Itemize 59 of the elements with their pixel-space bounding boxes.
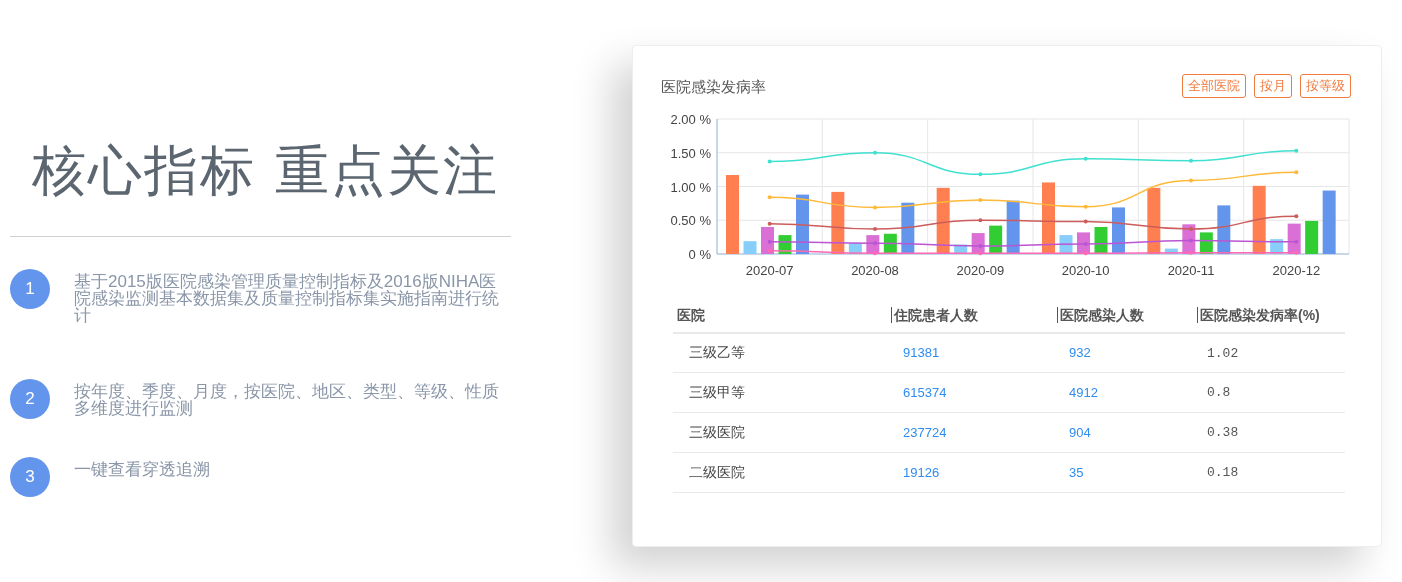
step-number: 2 <box>10 379 50 419</box>
bar <box>1252 185 1266 254</box>
bar <box>761 226 774 254</box>
table-cell-text: 1.02 <box>1206 345 1239 361</box>
table-cell-text: 615374 <box>902 384 947 400</box>
axis-label: 1.50 % <box>670 145 711 161</box>
filter-button[interactable]: 按月 <box>1254 74 1292 99</box>
table-cell-text: 35 <box>1068 464 1084 480</box>
axis-label: 2.00 % <box>670 111 711 127</box>
table-cell-text: 0.8 <box>1206 385 1231 401</box>
axis-label: 2020-10 <box>1061 262 1110 278</box>
bar <box>954 244 968 254</box>
table-cell-text: 三级甲等 <box>688 384 745 400</box>
card-title: 医院感染发病率 <box>661 77 766 97</box>
feature-text: 一键查看穿透追溯 <box>74 459 211 478</box>
bar <box>989 225 1003 254</box>
column-header: 医院 <box>676 306 705 323</box>
table-cell-text: 0.38 <box>1206 425 1239 441</box>
step-number: 3 <box>10 457 50 497</box>
bar <box>1199 231 1213 254</box>
bar <box>1006 200 1020 254</box>
column-header: 医院感染发病率(%) <box>1197 306 1320 323</box>
feature-text: 按年度、季度、月度，按医院、地区、类型、等级、性质多维度进行监测 <box>74 381 499 417</box>
bar <box>1322 190 1336 254</box>
bar <box>1164 248 1178 254</box>
table-cell-text: 19126 <box>902 464 940 480</box>
feature-text: 基于2015版医院感染管理质量控制指标及2016版NIHA医院感染监测基本数据集及质量控制指标集实施指南进行统计 <box>74 271 499 324</box>
table-cell-text: 二级医院 <box>688 464 745 480</box>
bar <box>1287 223 1301 254</box>
column-header: 医院感染人数 <box>1057 306 1144 323</box>
column-header: 住院患者人数 <box>891 306 978 323</box>
bar <box>1094 226 1108 254</box>
bar <box>1305 220 1319 254</box>
table-cell-text: 三级乙等 <box>688 344 745 361</box>
bar <box>831 191 845 254</box>
filter-button[interactable]: 按等级 <box>1300 74 1351 99</box>
axis-label: 2020-07 <box>745 262 794 278</box>
table-cell-text: 932 <box>1068 345 1091 360</box>
bar <box>901 202 915 254</box>
bar <box>936 187 950 254</box>
axis-label: 2020-11 <box>1167 262 1215 278</box>
table-cell-text: 0.18 <box>1206 465 1239 481</box>
axis-label: 2020-12 <box>1272 262 1321 278</box>
table-cell-text: 4912 <box>1068 384 1098 400</box>
table-cell-text: 三级医院 <box>688 424 745 440</box>
bar <box>848 242 862 254</box>
table-cell-text: 91381 <box>902 345 940 360</box>
axis-label: 1.00 % <box>670 179 711 194</box>
step-number: 1 <box>10 269 50 309</box>
axis-label: 0 % <box>688 246 711 262</box>
filter-button[interactable]: 全部医院 <box>1182 74 1246 99</box>
table-cell-text: 237724 <box>902 424 947 440</box>
bar <box>743 240 757 254</box>
axis-label: 0.50 % <box>670 212 711 228</box>
headline: 核心指标 重点关注 <box>31 138 501 204</box>
axis-label: 2020-08 <box>851 262 899 278</box>
bar <box>1147 187 1161 254</box>
axis-label: 2020-09 <box>956 262 1005 278</box>
table-cell-text: 904 <box>1068 424 1091 440</box>
